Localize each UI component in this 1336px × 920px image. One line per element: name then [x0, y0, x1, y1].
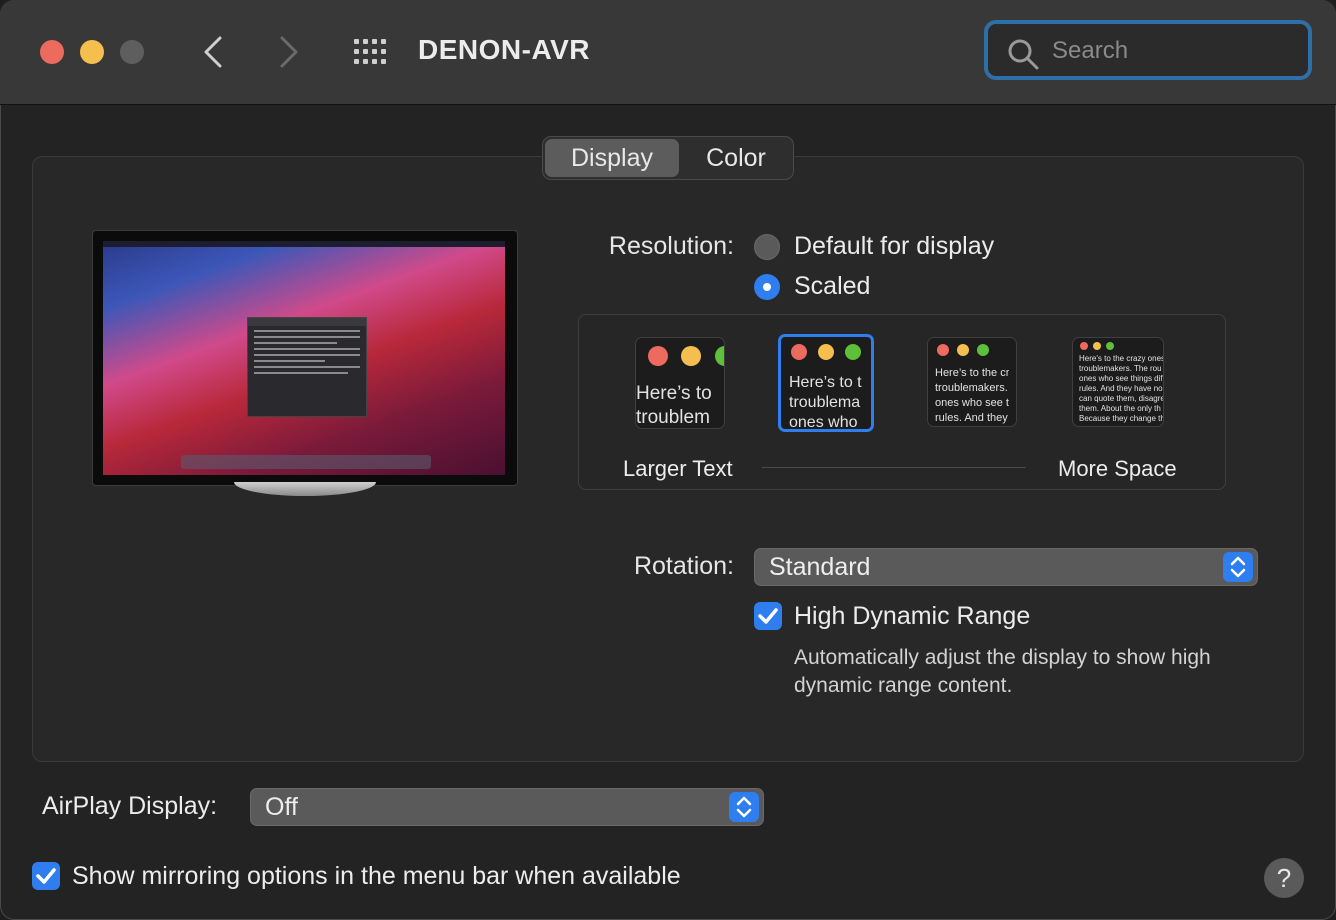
- mirroring-label[interactable]: Show mirroring options in the menu bar w…: [72, 862, 681, 891]
- desktop-wallpaper-preview: [103, 241, 505, 475]
- tab-bar: Display Color: [542, 136, 794, 180]
- popup-arrows-icon: [729, 792, 759, 822]
- display-preview-image: [92, 230, 518, 486]
- scale-option-2[interactable]: Here’s to t troublema ones who: [778, 334, 874, 432]
- search-field[interactable]: [984, 20, 1312, 80]
- zoom-button: [120, 40, 144, 64]
- grid-icon: [354, 39, 386, 64]
- scale-option-more-space[interactable]: Here's to the crazy ones troublemakers. …: [1072, 337, 1164, 427]
- radio-default-for-display[interactable]: [754, 234, 780, 260]
- forward-button[interactable]: [274, 34, 304, 70]
- more-space-label: More Space: [1058, 456, 1177, 481]
- default-for-display-label[interactable]: Default for display: [794, 232, 994, 261]
- scale-sample-text: Here's to the crazy ones troublemakers. …: [1079, 354, 1164, 423]
- search-icon: [1008, 39, 1039, 70]
- preview-window: [247, 317, 367, 417]
- rotation-popup[interactable]: Standard: [754, 548, 1258, 586]
- airplay-display-value: Off: [265, 793, 298, 821]
- chevron-right-icon: [280, 36, 298, 68]
- system-preferences-window: DENON-AVR Display Color Resolution:: [0, 0, 1336, 920]
- hdr-label[interactable]: High Dynamic Range: [794, 602, 1030, 631]
- scale-sample-text: Here’s to the cr troublemakers. ones who…: [935, 367, 1010, 424]
- window-title: DENON-AVR: [418, 34, 590, 65]
- help-button[interactable]: ?: [1264, 858, 1304, 898]
- checkmark-icon: [36, 868, 56, 884]
- chevron-left-icon: [204, 36, 222, 68]
- scaled-label[interactable]: Scaled: [794, 272, 870, 301]
- search-input[interactable]: [1050, 34, 1294, 68]
- close-button[interactable]: [40, 40, 64, 64]
- airplay-display-label: AirPlay Display:: [42, 792, 218, 820]
- radio-scaled[interactable]: [754, 274, 780, 300]
- title-bar: DENON-AVR: [0, 0, 1336, 105]
- back-button[interactable]: [198, 34, 228, 70]
- scale-divider: [762, 467, 1026, 468]
- rotation-label: Rotation:: [633, 552, 734, 580]
- checkmark-icon: [758, 608, 778, 624]
- preview-dock: [181, 455, 431, 469]
- scale-sample-text: Here’s to t troublema ones who: [789, 374, 862, 431]
- airplay-display-popup[interactable]: Off: [250, 788, 764, 826]
- scale-option-3[interactable]: Here’s to the cr troublemakers. ones who…: [927, 337, 1017, 427]
- scale-option-larger-text[interactable]: Here’s to troublem: [635, 337, 725, 429]
- tab-display[interactable]: Display: [545, 139, 679, 177]
- larger-text-label: Larger Text: [623, 456, 733, 481]
- hdr-description-line2: dynamic range content.: [794, 674, 1013, 697]
- minimize-button[interactable]: [80, 40, 104, 64]
- tab-color[interactable]: Color: [681, 139, 791, 177]
- popup-arrows-icon: [1223, 552, 1253, 582]
- mirroring-checkbox[interactable]: [32, 862, 60, 890]
- resolution-label: Resolution:: [608, 232, 734, 260]
- hdr-checkbox[interactable]: [754, 602, 782, 630]
- hdr-description-line1: Automatically adjust the display to show…: [794, 646, 1211, 669]
- rotation-value: Standard: [769, 553, 871, 581]
- scale-sample-text: Here’s to troublem: [636, 383, 712, 428]
- show-all-button[interactable]: [352, 38, 390, 66]
- preview-menu-bar: [103, 241, 505, 247]
